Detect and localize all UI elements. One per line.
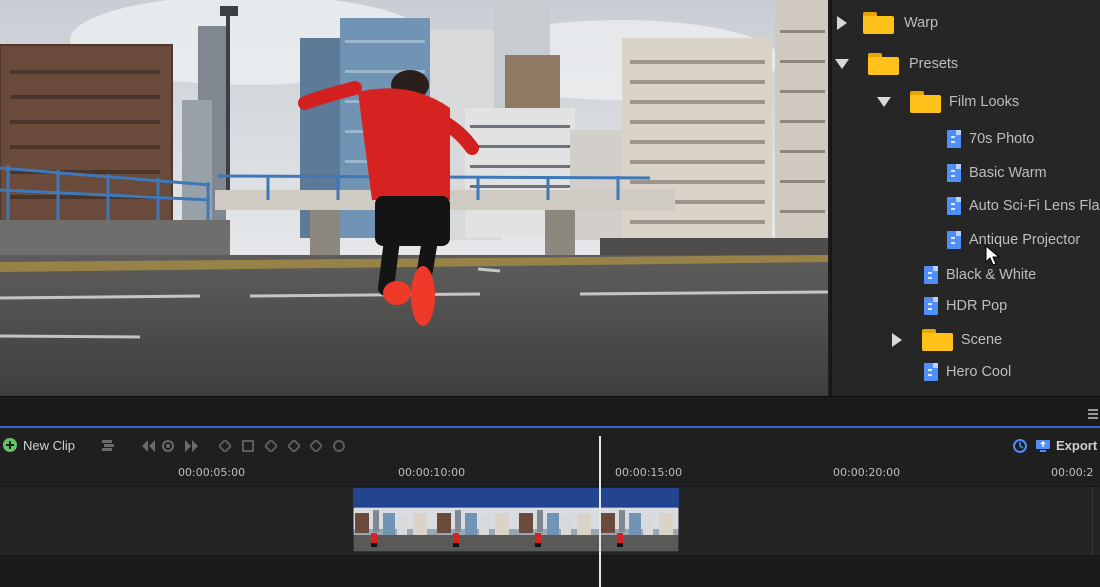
new-clip-label: New Clip [23, 437, 76, 453]
tree-item-label: Black & White [946, 267, 1037, 283]
video-viewer[interactable] [0, 0, 828, 396]
effect-preset-icon [947, 164, 961, 182]
track-end-marker [1092, 487, 1093, 557]
mouse-cursor-icon [985, 245, 1001, 266]
folder-icon [863, 12, 894, 34]
timeline-ruler[interactable]: 00:00:05:00 00:00:10:00 00:00:15:00 00:0… [0, 462, 1100, 486]
tree-item-label: HDR Pop [946, 298, 1008, 314]
disclosure-collapsed-icon[interactable] [837, 16, 847, 30]
timecode-label: 00:00:10:00 [398, 466, 466, 479]
tree-item-label: Presets [909, 56, 959, 72]
timecode-label: 00:00:2 [1051, 466, 1094, 479]
auto-keyframe-icon[interactable] [333, 440, 345, 452]
smooth-keyframe-icon[interactable] [288, 440, 300, 452]
timeline-toolbar: New Clip Export [0, 428, 1100, 462]
tree-item-label: Film Looks [949, 94, 1020, 110]
add-keyframe-icon[interactable] [162, 440, 174, 452]
effect-preset-icon [947, 130, 961, 148]
new-clip-button[interactable]: New Clip [3, 428, 75, 462]
tree-item-label: Basic Warm [969, 165, 1047, 181]
tree-item-warp[interactable]: Warp [837, 8, 938, 38]
folder-icon [868, 53, 899, 75]
clock-icon[interactable] [1013, 439, 1027, 453]
disclosure-collapsed-icon[interactable] [892, 333, 902, 347]
playhead[interactable] [599, 436, 601, 587]
disclosure-expanded-icon[interactable] [835, 59, 849, 69]
video-frame [0, 0, 828, 396]
previous-keyframe-icon[interactable] [140, 440, 156, 452]
effect-preset-icon [924, 363, 938, 381]
tree-item-label: Scene [961, 332, 1003, 348]
tree-item-film-looks[interactable]: Film Looks [877, 87, 1019, 117]
timecode-label: 00:00:15:00 [615, 466, 683, 479]
panel-divider[interactable] [0, 396, 1100, 426]
ease-in-keyframe-icon[interactable] [219, 440, 231, 452]
clip-header[interactable] [353, 488, 679, 507]
effect-preset-icon [924, 297, 938, 315]
layers-icon[interactable] [100, 439, 116, 453]
effect-preset-icon [947, 231, 961, 249]
tree-item-basic-warm[interactable]: Basic Warm [947, 158, 1047, 188]
folder-icon [910, 91, 941, 113]
tree-item-label: Hero Cool [946, 364, 1012, 380]
next-keyframe-icon[interactable] [184, 440, 200, 452]
tree-item-presets[interactable]: Presets [835, 49, 958, 79]
effects-browser-panel: Warp Presets Film Looks 70s Photo Basic … [830, 0, 1100, 396]
tree-item-hero-cool[interactable]: Hero Cool [924, 357, 1011, 387]
menu-icon[interactable] [1088, 409, 1098, 419]
clip-thumbnails [353, 507, 679, 552]
add-icon [3, 438, 17, 452]
export-button[interactable]: Export [1035, 428, 1097, 462]
effect-preset-icon [947, 197, 961, 215]
folder-icon [922, 329, 953, 351]
editor-window: Warp Presets Film Looks 70s Photo Basic … [0, 0, 1100, 587]
linear-keyframe-icon[interactable] [265, 440, 277, 452]
tree-item-70s-photo[interactable]: 70s Photo [947, 124, 1034, 154]
effect-preset-icon [924, 266, 938, 284]
ease-out-keyframe-icon[interactable] [310, 440, 322, 452]
export-icon [1036, 440, 1050, 452]
timeline-clip[interactable] [353, 488, 679, 552]
tree-item-label: 70s Photo [969, 131, 1035, 147]
timecode-label: 00:00:05:00 [178, 466, 246, 479]
tree-item-hdr-pop[interactable]: HDR Pop [924, 291, 1007, 321]
disclosure-expanded-icon[interactable] [877, 97, 891, 107]
export-label: Export [1056, 437, 1098, 453]
tree-item-antique-projector[interactable]: Antique Projector [947, 225, 1080, 255]
tree-item-auto-sci-fi-lens-flares[interactable]: Auto Sci-Fi Lens Flares [947, 191, 1100, 221]
tree-item-label: Warp [904, 15, 939, 31]
timecode-label: 00:00:20:00 [833, 466, 901, 479]
timeline-footer [0, 556, 1100, 587]
tree-item-black-and-white[interactable]: Black & White [924, 260, 1036, 290]
tree-item-scene[interactable]: Scene [892, 325, 1002, 355]
tree-item-label: Auto Sci-Fi Lens Flares [969, 198, 1100, 214]
hold-keyframe-icon[interactable] [242, 440, 254, 452]
